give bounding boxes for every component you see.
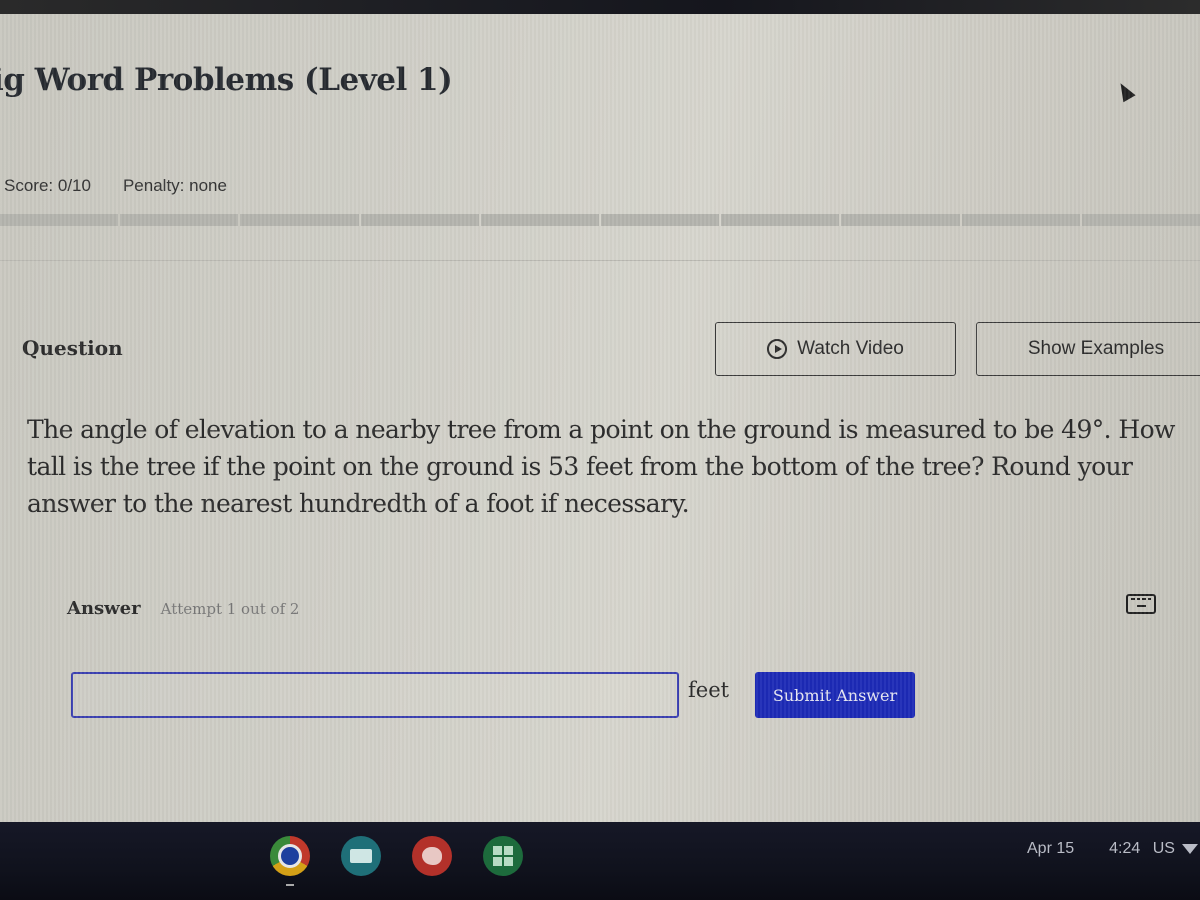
score-progress-bar [0, 214, 1200, 226]
penalty-value: none [189, 176, 227, 195]
play-circle-icon [767, 339, 788, 359]
question-heading: Question [22, 336, 123, 360]
score: Score: 0/10 [4, 176, 91, 196]
watch-video-label: Watch Video [797, 338, 904, 359]
progress-segment [480, 214, 600, 226]
attempt-counter: Attempt 1 out of 2 [160, 600, 300, 618]
unit-label: feet [688, 678, 730, 702]
progress-segment [1081, 214, 1200, 226]
chrome-icon[interactable] [270, 836, 310, 886]
progress-segment [360, 214, 479, 226]
progress-segment [841, 214, 960, 226]
progress-segment [961, 214, 1080, 226]
progress-segment [120, 214, 239, 226]
submit-answer-button[interactable]: Submit Answer [755, 672, 915, 718]
question-text: The angle of elevation to a nearby tree … [27, 415, 1175, 518]
keyboard-icon[interactable] [1126, 594, 1156, 614]
progress-segment [0, 214, 119, 226]
answer-header: Answer Attempt 1 out of 2 [67, 598, 299, 619]
answer-label: Answer [67, 598, 141, 619]
penalty-label: Penalty: [122, 176, 185, 195]
mouse-cursor-icon [1114, 79, 1136, 103]
progress-segment [240, 214, 359, 226]
date: Apr 15 [1027, 840, 1075, 857]
paint-palette-icon[interactable] [412, 836, 452, 876]
show-examples-button[interactable]: Show Examples [976, 322, 1200, 376]
slides-icon[interactable] [341, 836, 381, 876]
wifi-icon [1181, 844, 1198, 854]
page-title: ig Word Problems (Level 1) [0, 62, 453, 98]
os-shelf: Apr 15 4:24 US [0, 822, 1200, 900]
browser-content: ig Word Problems (Level 1) Score: 0/10 P… [0, 14, 1200, 824]
clock: 4:24 [1109, 840, 1141, 857]
watch-video-button[interactable]: Watch Video [715, 322, 956, 376]
calculator-icon[interactable] [483, 836, 523, 876]
penalty: Penalty: none [123, 176, 227, 196]
divider [0, 260, 1200, 261]
progress-segment [721, 214, 840, 226]
input-locale: US [1152, 840, 1175, 857]
answer-input[interactable] [71, 672, 679, 718]
progress-segment [601, 214, 720, 226]
time: 4:24 US [1109, 840, 1175, 858]
score-label: Score: [4, 176, 54, 195]
score-row: Score: 0/10 Penalty: none [4, 176, 227, 196]
status-tray[interactable]: Apr 15 4:24 US [1027, 840, 1198, 858]
score-value: 0/10 [57, 176, 91, 195]
shelf-apps [270, 836, 523, 886]
